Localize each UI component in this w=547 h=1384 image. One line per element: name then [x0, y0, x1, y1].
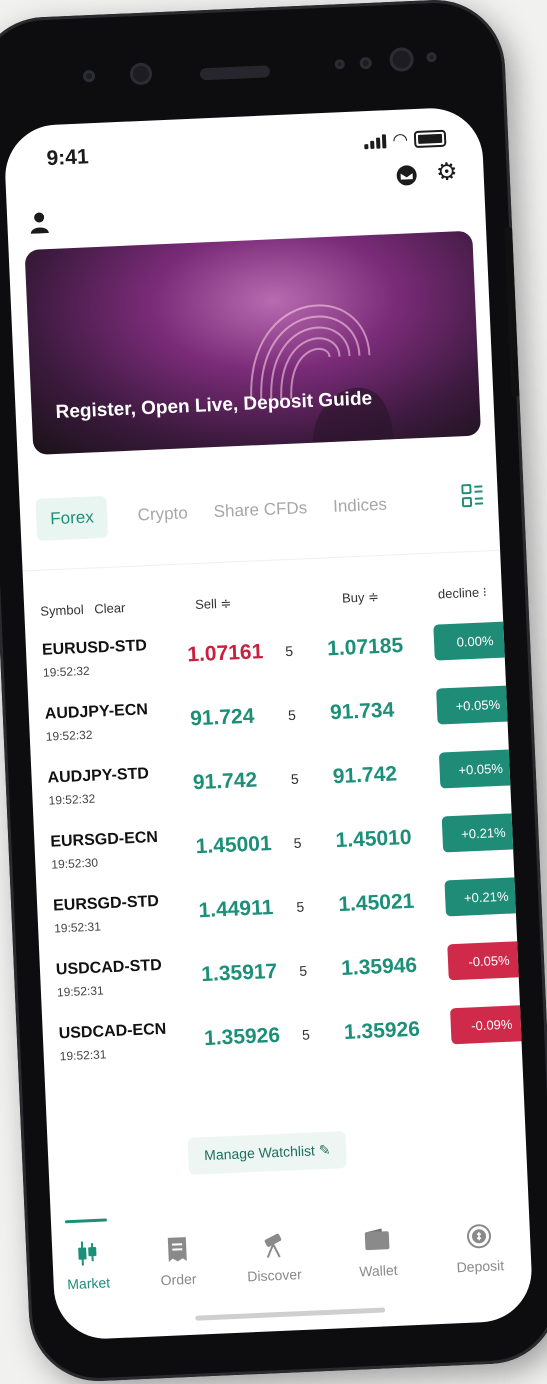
- candlestick-icon: [52, 1238, 123, 1273]
- row-buy[interactable]: 1.07185: [327, 634, 404, 661]
- row-time: 19:52:31: [56, 983, 104, 1000]
- gear-icon[interactable]: ⚙: [435, 157, 458, 187]
- nav-market[interactable]: Market: [52, 1238, 124, 1293]
- sensor-icon: [334, 59, 345, 70]
- row-buy[interactable]: 91.734: [330, 698, 395, 725]
- row-change-badge: -0.05%: [447, 940, 531, 981]
- row-change-badge: +0.05%: [438, 748, 523, 789]
- mail-icon[interactable]: [395, 164, 418, 193]
- bottom-nav: Market Order Discover Wallet Deposit: [51, 1200, 534, 1341]
- tab-crypto[interactable]: Crypto: [137, 503, 188, 525]
- row-change-badge: +0.21%: [444, 876, 528, 917]
- row-symbol: EURSGD-ECN: [50, 828, 159, 851]
- row-symbol: AUDJPY-ECN: [44, 701, 149, 723]
- nav-label: Wallet: [358, 1261, 398, 1280]
- promo-banner[interactable]: Register, Open Live, Deposit Guide: [24, 230, 482, 455]
- wallet-icon: [342, 1225, 413, 1260]
- sort-sell-button[interactable]: Sell ≑: [195, 595, 232, 613]
- grid-view-icon[interactable]: [461, 483, 484, 515]
- row-buy[interactable]: 1.35946: [341, 954, 418, 981]
- header-symbol: Symbol: [40, 601, 84, 619]
- row-time: 19:52:31: [59, 1047, 107, 1064]
- row-sell[interactable]: 1.45001: [195, 832, 272, 859]
- row-symbol: USDCAD-ECN: [58, 1020, 167, 1043]
- nav-active-indicator: [64, 1218, 108, 1224]
- user-icon[interactable]: [29, 211, 50, 240]
- row-spread: 5: [298, 962, 308, 979]
- divider: [22, 549, 501, 572]
- nav-order[interactable]: Order: [142, 1234, 214, 1289]
- row-change-badge: +0.21%: [441, 812, 526, 853]
- sensor-icon: [426, 52, 437, 63]
- nav-wallet[interactable]: Wallet: [342, 1225, 414, 1280]
- row-spread: 5: [301, 1026, 311, 1043]
- row-time: 19:52:32: [42, 663, 90, 680]
- row-sell[interactable]: 1.44911: [198, 896, 274, 923]
- row-time: 19:52:30: [51, 855, 99, 872]
- row-time: 19:52:32: [45, 727, 93, 744]
- row-spread: 5: [296, 898, 305, 915]
- row-sell[interactable]: 1.07161: [187, 640, 264, 667]
- row-spread: 5: [293, 834, 302, 851]
- row-symbol: EURSGD-STD: [52, 892, 160, 915]
- row-buy[interactable]: 91.742: [332, 762, 397, 789]
- row-buy[interactable]: 1.45010: [335, 826, 412, 853]
- battery-icon: [413, 129, 447, 149]
- row-buy[interactable]: 1.35926: [343, 1018, 420, 1045]
- phone-frame: 9:41 ◠ ⚙ Register, Open Live, Deposit Gu…: [0, 0, 547, 1384]
- manage-watchlist-label: Manage Watchlist: [203, 1142, 316, 1164]
- row-spread: 5: [287, 706, 297, 724]
- telescope-icon: [238, 1230, 309, 1265]
- row-time: 19:52:32: [48, 791, 96, 808]
- deposit-icon: [443, 1221, 514, 1256]
- status-icons: ◠: [364, 128, 447, 153]
- row-sell[interactable]: 91.724: [190, 705, 255, 732]
- row-sell[interactable]: 1.35926: [204, 1024, 281, 1051]
- row-sell[interactable]: 91.742: [192, 769, 257, 796]
- clear-button[interactable]: Clear: [94, 600, 126, 616]
- table-header: Symbol Clear Sell ≑ Buy ≑ decline ⁝: [40, 584, 500, 618]
- row-spread: 5: [290, 770, 300, 788]
- row-change-badge: -0.09%: [450, 1004, 534, 1045]
- wifi-icon: ◠: [391, 129, 409, 150]
- row-time: 19:52:31: [53, 919, 102, 936]
- row-symbol: AUDJPY-STD: [47, 765, 150, 787]
- nav-label: Market: [66, 1274, 111, 1293]
- status-time: 9:41: [46, 145, 90, 171]
- row-sell[interactable]: 1.35917: [201, 960, 278, 987]
- tab-share-cfds[interactable]: Share CFDs: [213, 498, 307, 522]
- nav-label: Discover: [246, 1266, 303, 1285]
- row-buy[interactable]: 1.45021: [338, 890, 415, 917]
- nav-label: Order: [160, 1270, 197, 1289]
- tab-forex[interactable]: Forex: [35, 495, 109, 541]
- front-camera-icon: [129, 62, 153, 86]
- row-symbol: USDCAD-STD: [55, 956, 163, 979]
- sort-buy-button[interactable]: Buy ≑: [342, 589, 380, 607]
- nav-deposit[interactable]: Deposit: [443, 1221, 515, 1276]
- earpiece-speaker: [199, 65, 271, 81]
- app-screen: 9:41 ◠ ⚙ Register, Open Live, Deposit Gu…: [3, 106, 534, 1341]
- sort-decline-button[interactable]: decline ⁝: [438, 584, 488, 602]
- sensor-icon: [359, 56, 372, 70]
- row-symbol: EURUSD-STD: [41, 637, 148, 659]
- receipt-icon: [142, 1234, 213, 1269]
- signal-icon: [364, 133, 387, 149]
- sensor-icon: [82, 69, 96, 83]
- manage-watchlist-button[interactable]: Manage Watchlist ✎: [187, 1130, 348, 1175]
- row-change-badge: 0.00%: [433, 621, 517, 661]
- market-tabs: Forex Crypto Share CFDs Indices: [35, 478, 496, 542]
- row-spread: 5: [284, 642, 294, 660]
- pencil-icon: ✎: [318, 1141, 331, 1159]
- right-side-button: [504, 226, 520, 398]
- nav-label: Deposit: [456, 1257, 505, 1276]
- tab-indices[interactable]: Indices: [333, 495, 388, 517]
- row-change-badge: +0.05%: [436, 685, 520, 725]
- iris-scanner-icon: [389, 47, 415, 73]
- nav-discover[interactable]: Discover: [238, 1230, 310, 1285]
